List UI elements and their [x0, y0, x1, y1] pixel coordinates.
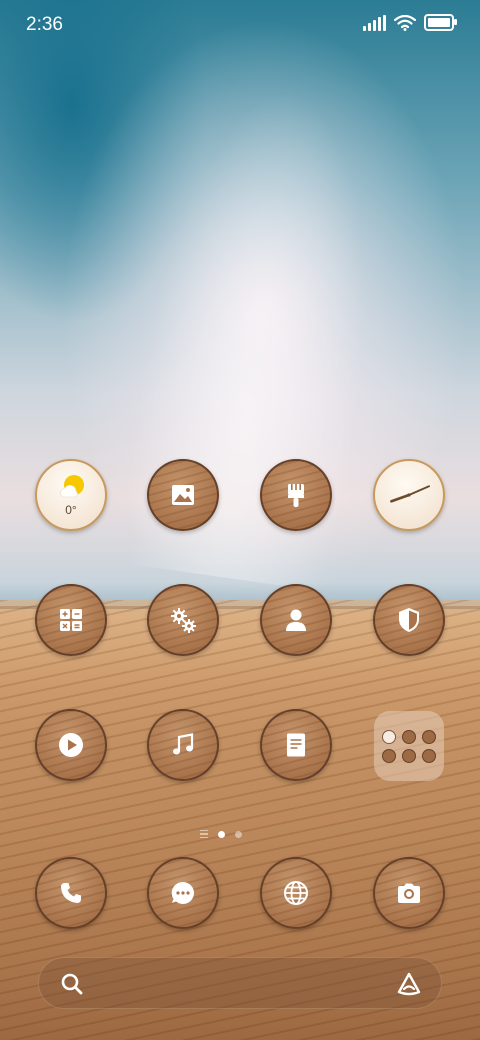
clock-widget[interactable]	[373, 459, 445, 531]
music-app[interactable]	[147, 709, 219, 781]
folder-app-5	[402, 748, 416, 763]
image-icon	[172, 485, 194, 505]
folder-app-6	[422, 748, 436, 763]
clock-hands-icon	[390, 485, 430, 503]
security-app[interactable]	[373, 584, 445, 656]
phone-app[interactable]	[35, 857, 107, 929]
page-list-icon[interactable]	[200, 830, 208, 838]
camera-app[interactable]	[373, 857, 445, 929]
weather-temperature: 0°	[65, 503, 77, 517]
battery-icon	[424, 14, 457, 31]
page-dot-2[interactable]	[235, 830, 242, 838]
folder-app-1	[382, 729, 396, 744]
folder-app-2	[402, 729, 416, 744]
page-dot-1[interactable]	[218, 830, 225, 838]
app-folder[interactable]	[374, 711, 444, 781]
phone-icon	[61, 883, 81, 903]
chat-bubble-icon	[171, 881, 194, 904]
notes-app[interactable]	[260, 709, 332, 781]
search-icon[interactable]	[59, 971, 85, 997]
gears-icon	[171, 608, 196, 633]
wifi-icon	[394, 14, 416, 31]
calculator-app[interactable]	[35, 584, 107, 656]
play-icon	[59, 733, 83, 757]
calculator-icon	[60, 609, 82, 631]
assistant-icon[interactable]	[395, 970, 423, 998]
themes-app[interactable]	[260, 459, 332, 531]
status-icons	[363, 14, 457, 31]
settings-app[interactable]	[147, 584, 219, 656]
paintbrush-icon	[288, 484, 304, 507]
camera-icon	[398, 883, 420, 903]
globe-icon	[284, 881, 308, 905]
browser-app[interactable]	[260, 857, 332, 929]
home-search-bar[interactable]	[38, 957, 442, 1009]
sun-cloud-icon	[60, 475, 84, 498]
page-indicator	[200, 830, 242, 838]
signal-icon	[363, 14, 386, 31]
note-page-icon	[287, 733, 305, 757]
gallery-app[interactable]	[147, 459, 219, 531]
status-bar: 2:36	[0, 0, 480, 52]
video-app[interactable]	[35, 709, 107, 781]
person-icon	[286, 609, 306, 631]
messages-app[interactable]	[147, 857, 219, 929]
folder-app-4	[382, 748, 396, 763]
status-time: 2:36	[26, 14, 63, 35]
weather-widget[interactable]: 0°	[35, 459, 107, 531]
contacts-app[interactable]	[260, 584, 332, 656]
shield-icon	[399, 608, 419, 632]
music-note-icon	[173, 733, 194, 755]
folder-app-3	[422, 729, 436, 744]
